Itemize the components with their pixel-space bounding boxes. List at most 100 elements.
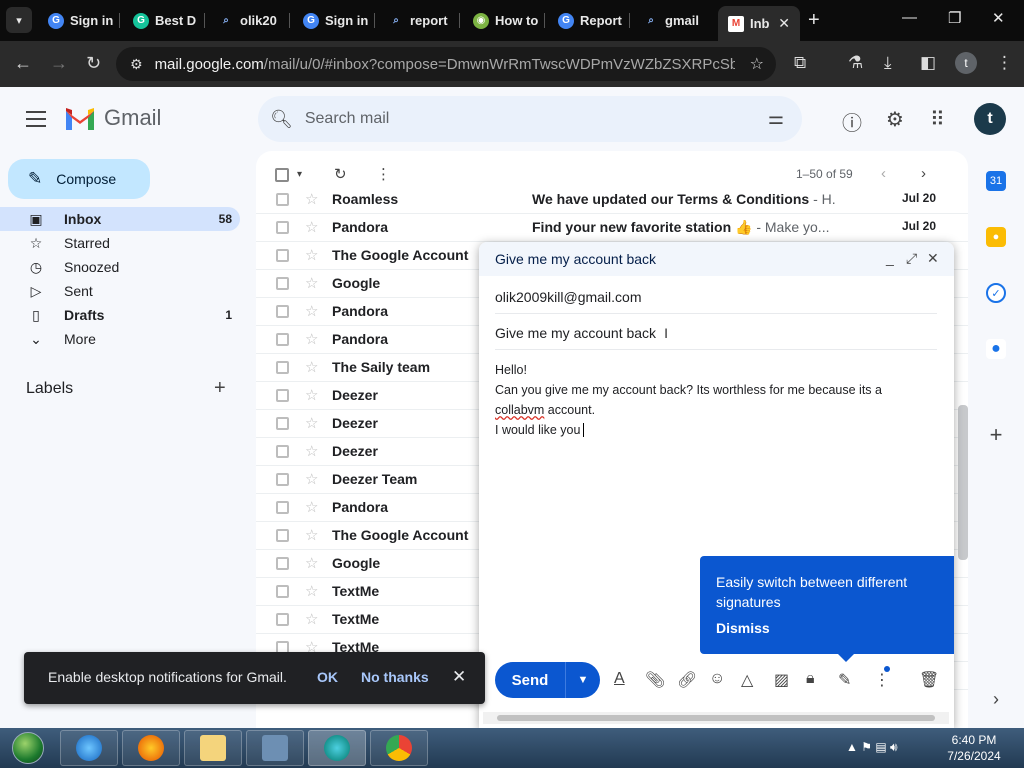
emoji-icon[interactable]: ☺ [709,670,725,688]
close-icon[interactable]: ✕ [452,667,466,687]
star-icon[interactable]: ☆ [305,554,318,572]
calendar-icon[interactable]: 31 [986,171,1006,191]
settings-gear-icon[interactable]: ⚙ [886,107,904,132]
keep-icon[interactable]: ● [986,227,1006,247]
sidebar-item-more[interactable]: ⌄ More [0,327,240,351]
row-checkbox[interactable] [276,193,289,206]
row-checkbox[interactable] [276,557,289,570]
browser-tab[interactable]: G Best D [123,6,205,35]
select-all-checkbox[interactable] [275,168,289,182]
taskbar-media-player[interactable] [246,730,304,766]
help-icon[interactable]: ⓘ [842,107,862,136]
account-avatar[interactable]: t [974,103,1006,135]
browser-menu-icon[interactable]: ⋮ [996,53,1013,73]
apps-grid-icon[interactable]: ⠿ [930,107,945,132]
older-page-icon[interactable]: › [921,165,926,182]
row-checkbox[interactable] [276,445,289,458]
row-checkbox[interactable] [276,529,289,542]
row-checkbox[interactable] [276,389,289,402]
confidential-lock-icon[interactable]: 🔒︎ [806,670,815,688]
taskbar-clock[interactable]: 6:40 PM 7/26/2024 [934,732,1014,764]
message-body[interactable]: Hello! Can you give me my account back? … [495,360,915,440]
tab-search-button[interactable]: ▾ [6,7,32,33]
browser-tab[interactable]: G Sign in [38,6,120,35]
attach-icon[interactable]: 📎︎ [645,670,665,690]
to-field[interactable]: olik2009kill@gmail.com [495,280,937,314]
browser-tab-active[interactable]: M Inb ✕ [718,6,800,41]
browser-tab[interactable]: G Sign in [293,6,375,35]
table-row[interactable]: ☆ Pandora Find your new favorite station 👍… [256,214,968,242]
taskbar-explorer[interactable] [184,730,242,766]
row-checkbox[interactable] [276,305,289,318]
new-tab-button[interactable]: + [808,9,820,32]
more-actions-icon[interactable]: ⋮ [376,165,391,183]
row-checkbox[interactable] [276,333,289,346]
system-tray[interactable]: ▲ ⚑ ▤ 🔊︎ [846,740,898,755]
drive-icon[interactable]: △ [741,670,753,690]
site-info-icon[interactable]: ⚙ [130,56,143,73]
search-input[interactable]: Search mail [305,110,389,128]
browser-tab[interactable]: ⌕ olik20 [208,6,290,35]
star-icon[interactable]: ☆ [305,610,318,628]
star-icon[interactable]: ☆ [305,358,318,376]
no-thanks-button[interactable]: No thanks [361,669,429,685]
row-checkbox[interactable] [276,221,289,234]
star-icon[interactable]: ☆ [305,582,318,600]
row-checkbox[interactable] [276,473,289,486]
search-bar[interactable]: 🔍︎ Search mail ⚌ [258,96,802,142]
compose-header[interactable]: Give me my account back _ ⤢ ✕ [479,242,954,276]
row-checkbox[interactable] [276,249,289,262]
get-addons-icon[interactable]: + [986,422,1006,447]
minimize-compose-icon[interactable]: _ [886,250,894,266]
close-tab-icon[interactable]: ✕ [778,15,790,32]
row-checkbox[interactable] [276,361,289,374]
taskbar-ie[interactable] [60,730,118,766]
main-menu-icon[interactable] [26,111,46,132]
sidebar-item-snoozed[interactable]: ◷ Snoozed [0,255,240,279]
row-checkbox[interactable] [276,585,289,598]
row-checkbox[interactable] [276,277,289,290]
browser-tab[interactable]: ◉ How to [463,6,545,35]
insert-photo-icon[interactable]: ▨ [774,670,789,690]
star-icon[interactable]: ☆ [305,330,318,348]
add-label-icon[interactable]: + [214,377,226,400]
insert-link-icon[interactable]: 🔗︎ [677,670,697,690]
browser-tab[interactable]: G Report [548,6,630,35]
misspelled-word[interactable]: collabvm [495,403,544,417]
dismiss-button[interactable]: Dismiss [716,620,770,636]
forward-icon[interactable]: → [50,53,68,74]
close-compose-icon[interactable]: ✕ [927,250,939,267]
sidebar-item-starred[interactable]: ☆ Starred [0,231,240,255]
ok-button[interactable]: OK [317,669,338,685]
formatting-icon[interactable]: A [614,670,625,688]
schedule-send-dropdown-icon[interactable]: ▼ [565,662,600,698]
star-icon[interactable]: ☆ [305,470,318,488]
select-dropdown-icon[interactable]: ▾ [297,169,302,180]
sidebar-item-drafts[interactable]: ▯ Drafts 1 [0,303,240,327]
list-scrollbar[interactable] [958,405,968,560]
close-window-icon[interactable]: ✕ [992,9,1005,27]
extensions-icon[interactable]: ⧉ [794,53,806,73]
restore-icon[interactable]: ❐ [948,9,961,27]
browser-profile-avatar[interactable]: t [955,52,977,74]
star-icon[interactable]: ☆ [305,386,318,404]
tasks-icon[interactable]: ✓ [986,283,1006,303]
sidebar-item-sent[interactable]: ▷ Sent [0,279,240,303]
row-checkbox[interactable] [276,417,289,430]
gmail-logo[interactable]: Gmail [64,105,161,131]
star-icon[interactable]: ☆ [305,498,318,516]
contacts-icon[interactable]: ● [986,339,1006,359]
signature-pen-icon[interactable]: ✎ [838,670,851,690]
download-icon[interactable]: ⤓ [884,53,892,73]
side-panel-icon[interactable]: ◧ [920,53,936,73]
back-icon[interactable]: ← [14,53,32,74]
star-icon[interactable]: ☆ [305,302,318,320]
fullscreen-icon[interactable]: ⤢ [906,250,917,267]
row-checkbox[interactable] [276,613,289,626]
star-icon[interactable]: ☆ [305,442,318,460]
row-checkbox[interactable] [276,501,289,514]
bookmark-star-icon[interactable]: ☆ [750,54,764,74]
reload-icon[interactable]: ↻ [86,53,101,74]
discard-trash-icon[interactable]: 🗑︎ [919,670,939,690]
search-icon[interactable]: 🔍︎ [270,109,293,130]
